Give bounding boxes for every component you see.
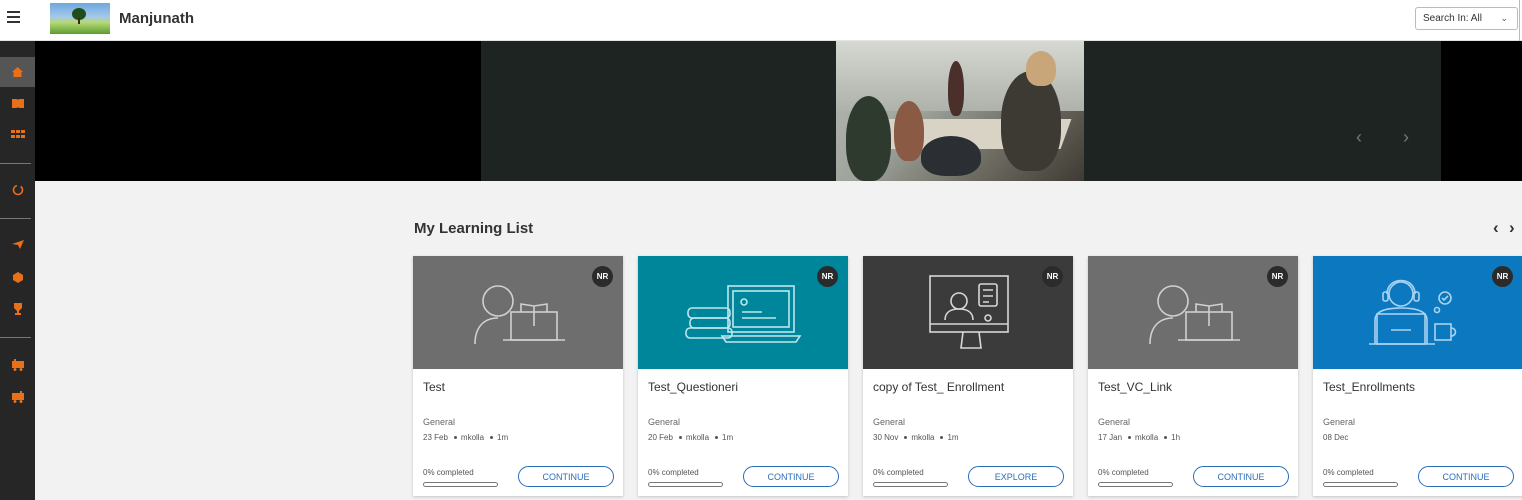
progress-text: 0% completed: [648, 468, 699, 477]
sidebar-item-sync[interactable]: [0, 175, 35, 205]
sidebar-item-transport[interactable]: [0, 350, 35, 380]
learning-card[interactable]: NR Test_VC_Link General 17 Jan mkolla 1h 0% co…: [1088, 256, 1298, 496]
sidebar-divider: [0, 337, 31, 338]
search-scope-select[interactable]: Search In: All ⌄: [1415, 7, 1518, 30]
card-category: General: [873, 417, 906, 427]
sidebar-item-home[interactable]: [0, 57, 35, 87]
train-alt-icon: [11, 391, 24, 403]
sidebar-item-apps[interactable]: [0, 119, 35, 149]
banner-next-arrow[interactable]: ›: [1403, 127, 1409, 148]
card-author: mkolla: [460, 433, 485, 442]
sidebar-item-badges[interactable]: [0, 262, 35, 292]
progress-text: 0% completed: [423, 468, 474, 477]
continue-button[interactable]: CONTINUE: [518, 466, 614, 487]
not-rated-badge: NR: [592, 266, 613, 287]
card-author: mkolla: [685, 433, 710, 442]
sidebar-item-transport-alt[interactable]: [0, 382, 35, 412]
search-scope-label: Search In: All: [1423, 13, 1482, 24]
sidebar-item-send[interactable]: [0, 229, 35, 259]
progress-text: 0% completed: [873, 468, 924, 477]
not-rated-badge: NR: [817, 266, 838, 287]
card-date: 20 Feb: [648, 433, 673, 442]
progress-bar: [648, 482, 723, 487]
banner-image-meeting: [836, 41, 1084, 181]
card-category: General: [648, 417, 681, 427]
card-thumbnail[interactable]: NR: [863, 256, 1073, 369]
learning-list-prev-arrow[interactable]: ‹: [1493, 218, 1499, 238]
card-title[interactable]: Test_Questioneri: [648, 380, 738, 394]
card-duration: 1h: [1171, 433, 1181, 442]
home-icon: [12, 67, 23, 77]
sidebar-item-awards[interactable]: [0, 294, 35, 324]
card-title[interactable]: Test_VC_Link: [1098, 380, 1172, 394]
not-rated-badge: NR: [1042, 266, 1063, 287]
sidebar: [0, 41, 35, 500]
hamburger-menu-icon[interactable]: [7, 11, 20, 24]
trophy-icon: [13, 303, 22, 315]
learning-card[interactable]: NR Test_Enrollments General 08 Dec 0% comple…: [1313, 256, 1522, 496]
book-icon: [11, 98, 24, 108]
card-thumbnail[interactable]: NR: [638, 256, 848, 369]
sync-icon: [12, 184, 23, 196]
card-meta: 30 Nov mkolla 1m: [873, 433, 959, 442]
card-duration: 1m: [497, 433, 509, 442]
card-title[interactable]: Test: [423, 380, 445, 394]
site-title: Manjunath: [119, 10, 194, 27]
card-date: 08 Dec: [1323, 433, 1349, 442]
card-meta: 23 Feb mkolla 1m: [423, 433, 508, 442]
banner-slide[interactable]: ‹ ›: [481, 41, 1441, 181]
not-rated-badge: NR: [1267, 266, 1288, 287]
progress-text: 0% completed: [1323, 468, 1374, 477]
grid-icon: [10, 130, 25, 138]
card-category: General: [423, 417, 456, 427]
banner-prev-arrow[interactable]: ‹: [1356, 127, 1362, 148]
learning-list-next-arrow[interactable]: ›: [1509, 218, 1515, 238]
learning-card[interactable]: NR Test_Questioneri General 20 Feb mkolla 1m 0…: [638, 256, 848, 496]
progress-bar: [1098, 482, 1173, 487]
card-category: General: [1323, 417, 1356, 427]
card-thumbnail[interactable]: NR: [413, 256, 623, 369]
learning-list-title: My Learning List: [414, 220, 534, 237]
train-icon: [11, 359, 24, 371]
card-category: General: [1098, 417, 1131, 427]
card-thumbnail[interactable]: NR: [1313, 256, 1522, 369]
hexagon-icon: [12, 271, 23, 283]
card-duration: 1m: [722, 433, 734, 442]
card-date: 30 Nov: [873, 433, 899, 442]
sidebar-item-catalog[interactable]: [0, 88, 35, 118]
continue-button[interactable]: CONTINUE: [1193, 466, 1289, 487]
learning-card[interactable]: NR copy of Test_ Enrollment General 30 Nov m…: [863, 256, 1073, 496]
continue-button[interactable]: CONTINUE: [1418, 466, 1514, 487]
progress-bar: [873, 482, 948, 487]
progress-bar: [1323, 482, 1398, 487]
learning-card[interactable]: NR Test General 23 Feb mkolla 1m 0% completed C…: [413, 256, 623, 496]
sidebar-divider: [0, 218, 31, 219]
hero-banner: ‹ ›: [35, 41, 1522, 181]
not-rated-badge: NR: [1492, 266, 1513, 287]
send-icon: [11, 239, 24, 249]
card-thumbnail[interactable]: NR: [1088, 256, 1298, 369]
card-title[interactable]: Test_Enrollments: [1323, 380, 1415, 394]
progress-bar: [423, 482, 498, 487]
chevron-down-icon: ⌄: [1500, 13, 1508, 23]
card-author: mkolla: [1135, 433, 1159, 442]
card-meta: 08 Dec: [1323, 433, 1348, 442]
card-date: 17 Jan: [1098, 433, 1123, 442]
top-header: Manjunath Search In: All ⌄: [0, 0, 1522, 41]
card-meta: 17 Jan mkolla 1h: [1098, 433, 1180, 442]
explore-button[interactable]: EXPLORE: [968, 466, 1064, 487]
card-title[interactable]: copy of Test_ Enrollment: [873, 380, 1004, 394]
sidebar-divider: [0, 163, 31, 164]
continue-button[interactable]: CONTINUE: [743, 466, 839, 487]
card-duration: 1m: [947, 433, 959, 442]
logo[interactable]: [50, 3, 110, 34]
card-date: 23 Feb: [423, 433, 448, 442]
card-author: mkolla: [911, 433, 935, 442]
progress-text: 0% completed: [1098, 468, 1149, 477]
card-meta: 20 Feb mkolla 1m: [648, 433, 733, 442]
